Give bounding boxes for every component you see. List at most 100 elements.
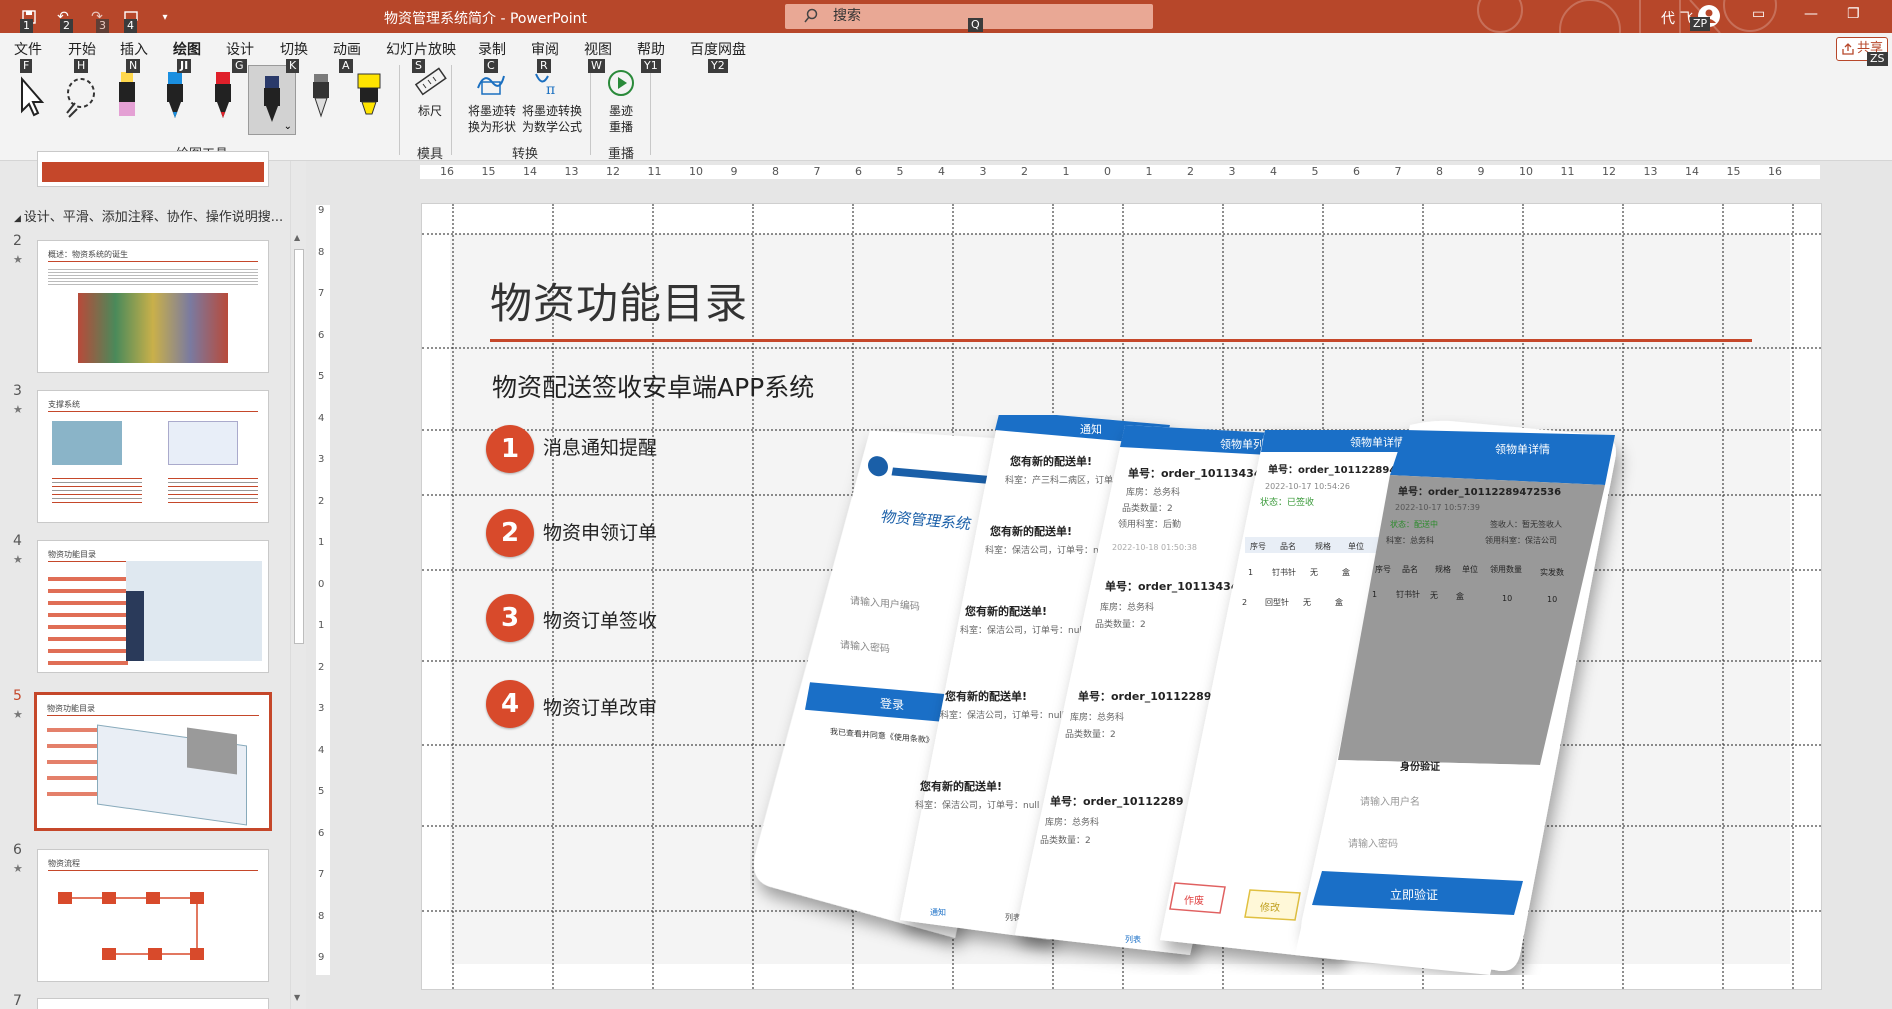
group-stencils: 模具 (417, 147, 444, 162)
slide-subtitle[interactable]: 物资配送签收安卓端APP系统 (492, 368, 814, 404)
thumbnail-scrollbar[interactable]: ▲ ▼ (290, 161, 306, 1009)
thumbnail-title: 概述：物资系统的诞生 (48, 250, 128, 259)
verify-cell: 10 (1502, 594, 1512, 603)
save-icon[interactable]: 1 (20, 9, 38, 33)
ink-replay-button[interactable] (600, 63, 642, 103)
ribbon-display-options-icon[interactable]: ▭ (1752, 6, 1765, 22)
keytip-baidu: Y2 (708, 59, 728, 73)
notify-tab: 通知 (930, 907, 946, 917)
group-divider (650, 65, 651, 155)
keytip-search: Q (968, 18, 983, 32)
highlighter-yellow[interactable] (348, 65, 390, 127)
lasso-tool[interactable] (58, 65, 100, 127)
keytip-review: R (537, 59, 551, 73)
app-screenshots-image[interactable]: 物资管理系统 请输入用户编码 请输入密码 登录 我已查看并同意《使用条款》 通知… (750, 415, 1760, 975)
tab-help[interactable]: 帮助 Y1 (637, 39, 665, 73)
chevron-down-icon[interactable]: ⌄ (284, 121, 292, 132)
redo-icon[interactable]: ↷ 3 (88, 9, 109, 33)
ruler-tick-label: 3 (979, 165, 987, 178)
verify-col: 品名 (1402, 564, 1418, 574)
tab-record[interactable]: 录制 C (478, 39, 506, 73)
verify-date: 2022-10-17 10:57:39 (1395, 503, 1480, 512)
keytip-slideshow: S (412, 59, 425, 73)
ruler-tick-label: 4 (1270, 165, 1277, 178)
pen-red[interactable] (202, 65, 244, 127)
horizontal-ruler[interactable]: 16 15 14 13 12 11 10 9 8 7 6 5 4 3 2 1 0 1 2 3 4 5 6 7 8 9 10 11 12 1… (420, 165, 1820, 179)
verify-col: 领用数量 (1490, 564, 1522, 574)
keytip-undo: 2 (60, 19, 73, 33)
animation-star-icon: ★ (13, 862, 23, 875)
animation-star-icon: ★ (13, 253, 23, 266)
ruler-tick-label: 14 (1685, 165, 1699, 178)
scroll-up-icon[interactable]: ▲ (294, 233, 300, 242)
pencil-gray[interactable] (300, 65, 342, 127)
tab-review[interactable]: 审阅 R (531, 39, 559, 73)
pen-blue[interactable] (154, 65, 196, 127)
title-bar: 1 ↶ 2 ↷ 3 4 ▾ 物资管理系统简介 - PowerPoint 搜索 Q… (0, 0, 1892, 33)
search-placeholder: 搜索 (833, 8, 861, 24)
thumbnail-slide-4[interactable]: 物资功能目录 (37, 540, 269, 673)
tab-draw[interactable]: 绘图 JI (173, 39, 201, 73)
tab-design[interactable]: 设计 G (226, 39, 254, 73)
item-label-2[interactable]: 物资申领订单 (543, 518, 657, 545)
pen-navy-selected[interactable]: ⌄ (248, 65, 296, 135)
order-item: 单号：order_1011343425 (1105, 579, 1254, 593)
scroll-thumb[interactable] (294, 249, 304, 644)
order-line: 库房：总务科 (1126, 486, 1180, 498)
tab-insert[interactable]: 插入 N (120, 39, 148, 73)
undo-icon[interactable]: ↶ 2 (54, 9, 73, 33)
thumbnail-number: 2 (13, 233, 22, 249)
keytip-share: ZS (1867, 52, 1888, 66)
ruler-tick-label: 6 (318, 827, 325, 839)
thumbnail-number: 6 (13, 842, 22, 858)
minimize-icon[interactable]: — (1804, 6, 1818, 22)
verify-status: 状态：配送中 (1390, 519, 1438, 529)
customize-qat-icon[interactable]: ▾ (156, 9, 174, 25)
thumbnail-slide-5-selected[interactable]: 物资功能目录 (34, 692, 272, 831)
detail-date: 2022-10-17 10:54:26 (1265, 482, 1350, 491)
tab-transitions[interactable]: 切换 K (280, 39, 308, 73)
ruler-tick-label: 4 (318, 412, 325, 424)
verify-cell: 钉书针 (1396, 589, 1420, 599)
item-label-3[interactable]: 物资订单签收 (543, 606, 657, 633)
item-label-1[interactable]: 消息通知提醒 (543, 433, 657, 460)
document-title: 物资管理系统简介 - PowerPoint (384, 11, 588, 27)
ruler-tick-label: 6 (855, 165, 862, 178)
order-line: 库房：总务科 (1100, 601, 1154, 613)
thumbnail-slide-6[interactable]: 物资流程 (37, 849, 269, 982)
restore-icon[interactable]: ❐ (1847, 6, 1860, 22)
tab-animations[interactable]: 动画 A (333, 39, 361, 73)
detail-cell: 钉书针 (1272, 567, 1296, 577)
item-label-4[interactable]: 物资订单改审 (543, 693, 657, 720)
login-button: 登录 (880, 695, 904, 712)
scroll-down-icon[interactable]: ▼ (294, 993, 300, 1002)
thumbnail-slide-1[interactable] (37, 151, 269, 187)
tab-home[interactable]: 开始 H (68, 39, 96, 73)
detail-cell: 盒 (1335, 597, 1343, 607)
user-name[interactable]: 代 飞 (1661, 8, 1693, 28)
thumbnail-title: 物资功能目录 (48, 550, 96, 559)
verify-receiver: 签收人：暂无签收人 (1490, 519, 1562, 529)
tab-slideshow[interactable]: 幻灯片放映 S (386, 39, 456, 73)
tab-file[interactable]: 文件 F (14, 39, 42, 73)
replay-icon (608, 70, 634, 96)
select-tool[interactable] (10, 65, 52, 127)
section-header[interactable]: ◢ 设计、平滑、添加注释、协作、操作说明搜... (14, 206, 283, 225)
ruler-label: 标尺 (418, 104, 443, 118)
collapse-icon[interactable]: ◢ (14, 214, 24, 224)
lasso-icon (66, 78, 95, 118)
tab-view[interactable]: 视图 W (584, 39, 612, 73)
thumbnail-slide-2[interactable]: 概述：物资系统的诞生 (37, 240, 269, 373)
tab-baidu-netdisk[interactable]: 百度网盘 Y2 (690, 39, 746, 73)
search-box[interactable]: 搜索 Q (785, 4, 1153, 32)
pen-pink[interactable] (106, 65, 148, 127)
vertical-ruler[interactable]: 9 8 7 6 5 4 3 2 1 0 1 2 3 4 5 6 7 8 9 (316, 205, 330, 975)
thumbnail-title: 物资功能目录 (47, 704, 95, 713)
ruler-tick-label: 8 (318, 246, 325, 258)
thumbnail-slide-3[interactable]: 支撑系统 (37, 390, 269, 523)
thumbnail-slide-7[interactable] (37, 998, 269, 1009)
present-icon[interactable]: 4 (122, 9, 140, 33)
slide-title[interactable]: 物资功能目录 (490, 270, 748, 331)
share-button[interactable]: 共享 ZS (1836, 37, 1888, 66)
detail-cell: 回型针 (1265, 597, 1289, 607)
